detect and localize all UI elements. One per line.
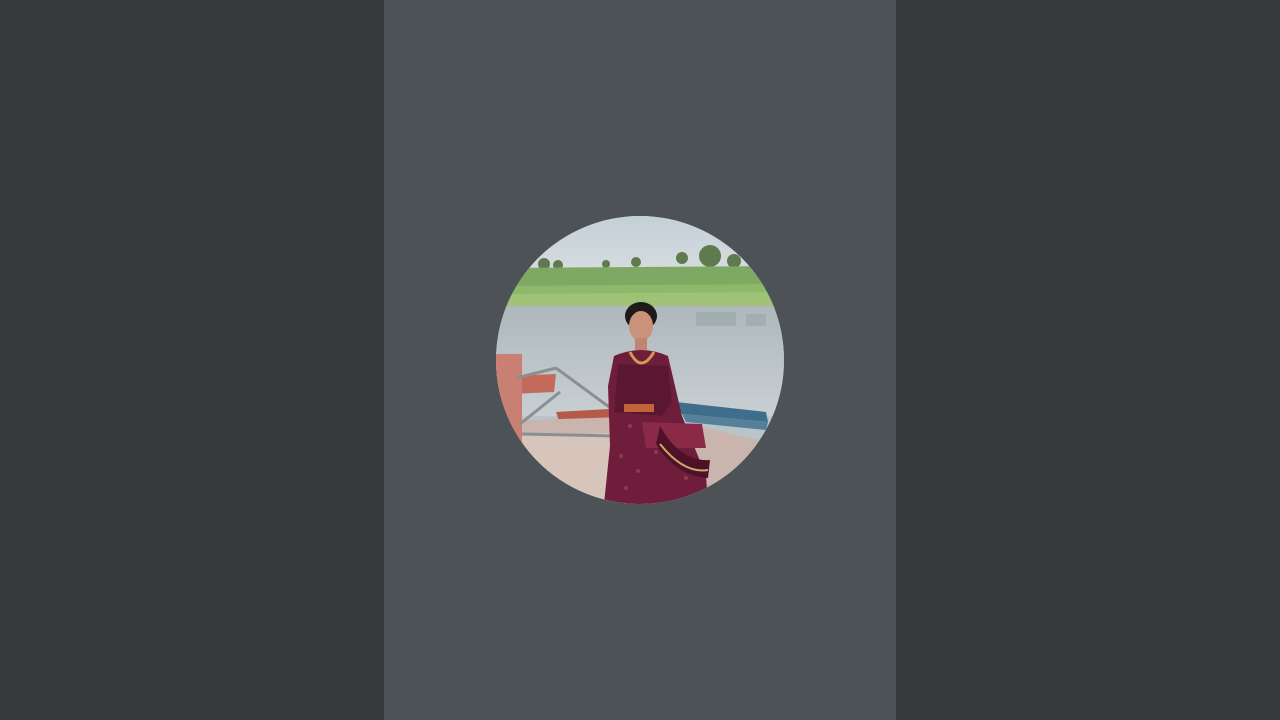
profile-photo-icon [496,216,784,504]
right-letterbox [896,0,1280,720]
video-screen [0,0,1280,720]
profile-avatar [496,216,784,504]
left-letterbox [0,0,384,720]
video-stage [384,0,896,720]
